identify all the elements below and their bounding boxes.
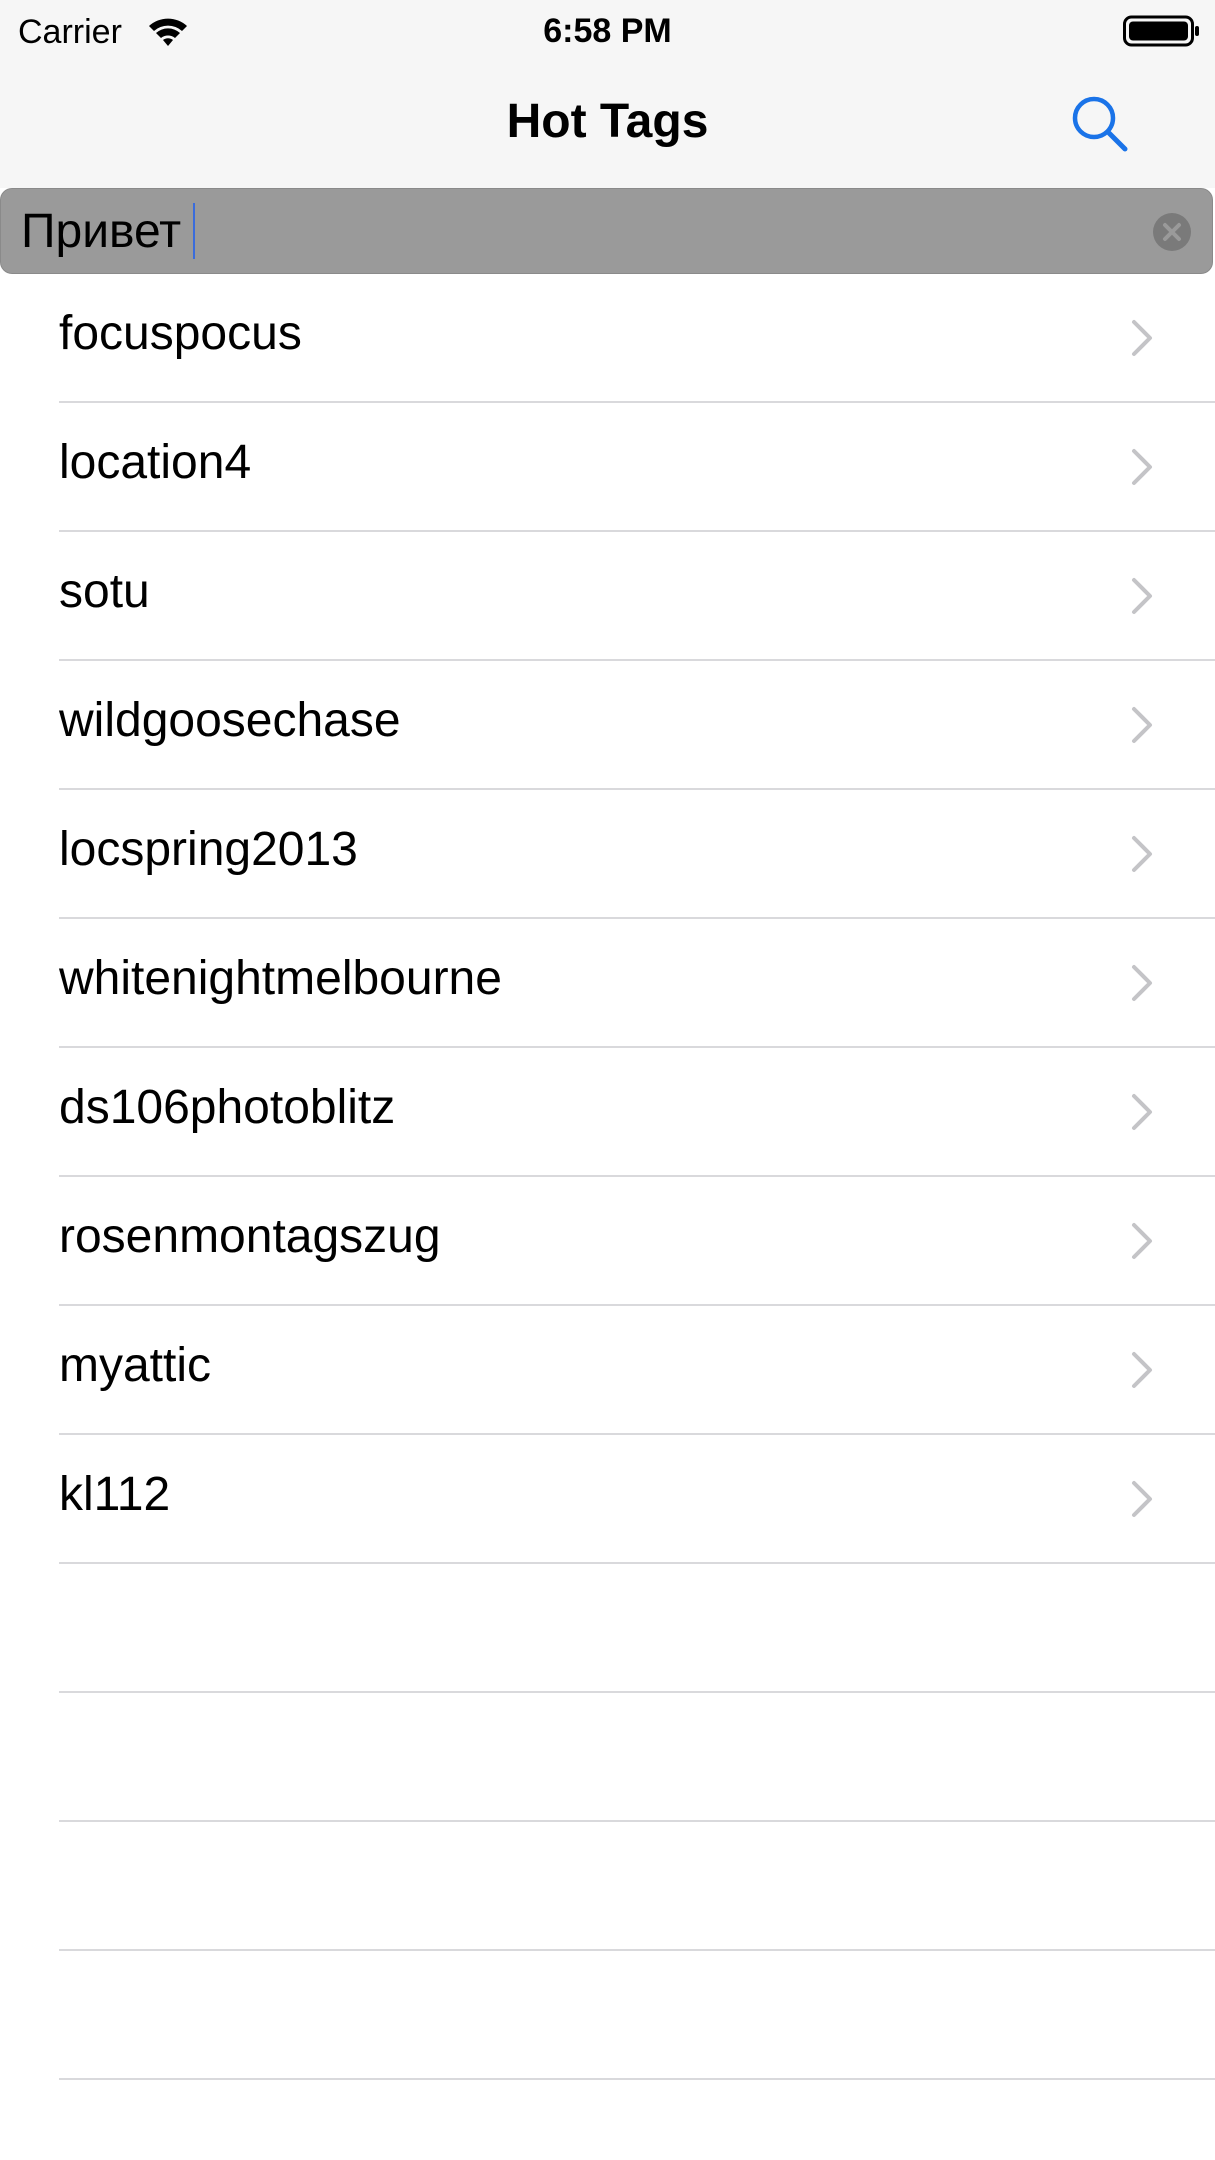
empty-row xyxy=(0,1951,1215,2080)
tag-row-myattic[interactable]: myattic xyxy=(0,1306,1215,1435)
chevron-right-icon xyxy=(1132,1223,1152,1259)
tag-row-wildgoosechase[interactable]: wildgoosechase xyxy=(0,661,1215,790)
tag-label: kl112 xyxy=(59,1468,171,1521)
chevron-right-icon xyxy=(1132,1481,1152,1517)
chevron-right-icon xyxy=(1132,836,1152,872)
tag-row-ds106photoblitz[interactable]: ds106photoblitz xyxy=(0,1048,1215,1177)
tag-row-whitenightmelbourne[interactable]: whitenightmelbourne xyxy=(0,919,1215,1048)
chevron-right-icon xyxy=(1132,1352,1152,1388)
chevron-right-icon xyxy=(1132,1094,1152,1130)
search-field[interactable] xyxy=(0,188,1213,274)
tag-row-sotu[interactable]: sotu xyxy=(0,532,1215,661)
clear-icon[interactable] xyxy=(1152,212,1192,252)
empty-row xyxy=(0,1693,1215,1822)
empty-row xyxy=(0,1564,1215,1693)
tag-label: focuspocus xyxy=(59,307,302,360)
chevron-right-icon xyxy=(1132,320,1152,356)
status-bar: Carrier 6:58 PM xyxy=(0,0,1215,62)
tag-label: whitenightmelbourne xyxy=(59,952,502,1005)
tag-label: locspring2013 xyxy=(59,823,358,876)
navigation-bar: Hot Tags xyxy=(0,62,1215,188)
chevron-right-icon xyxy=(1132,449,1152,485)
tag-row-location4[interactable]: location4 xyxy=(0,403,1215,532)
tag-row-focuspocus[interactable]: focuspocus xyxy=(0,274,1215,403)
tag-row-kl112[interactable]: kl112 xyxy=(0,1435,1215,1564)
tag-row-rosenmontagszug[interactable]: rosenmontagszug xyxy=(0,1177,1215,1306)
tag-label: location4 xyxy=(59,436,252,489)
text-cursor xyxy=(193,203,195,259)
tag-label: myattic xyxy=(59,1339,212,1392)
search-button[interactable] xyxy=(1068,92,1132,156)
tag-label: wildgoosechase xyxy=(59,694,401,747)
tag-label: ds106photoblitz xyxy=(59,1081,396,1134)
page-title: Hot Tags xyxy=(506,95,709,148)
search-icon xyxy=(1072,96,1128,152)
battery-icon xyxy=(1123,15,1199,47)
chevron-right-icon xyxy=(1132,578,1152,614)
tag-label: rosenmontagszug xyxy=(59,1210,441,1263)
empty-row xyxy=(0,1822,1215,1951)
tag-list: focuspocus location4 sotu wildgoosechase… xyxy=(0,274,1215,2080)
search-input[interactable] xyxy=(21,189,1121,273)
clock: 6:58 PM xyxy=(543,12,672,50)
tag-label: sotu xyxy=(59,565,150,618)
chevron-right-icon xyxy=(1132,965,1152,1001)
chevron-right-icon xyxy=(1132,707,1152,743)
tag-row-locspring2013[interactable]: locspring2013 xyxy=(0,790,1215,919)
